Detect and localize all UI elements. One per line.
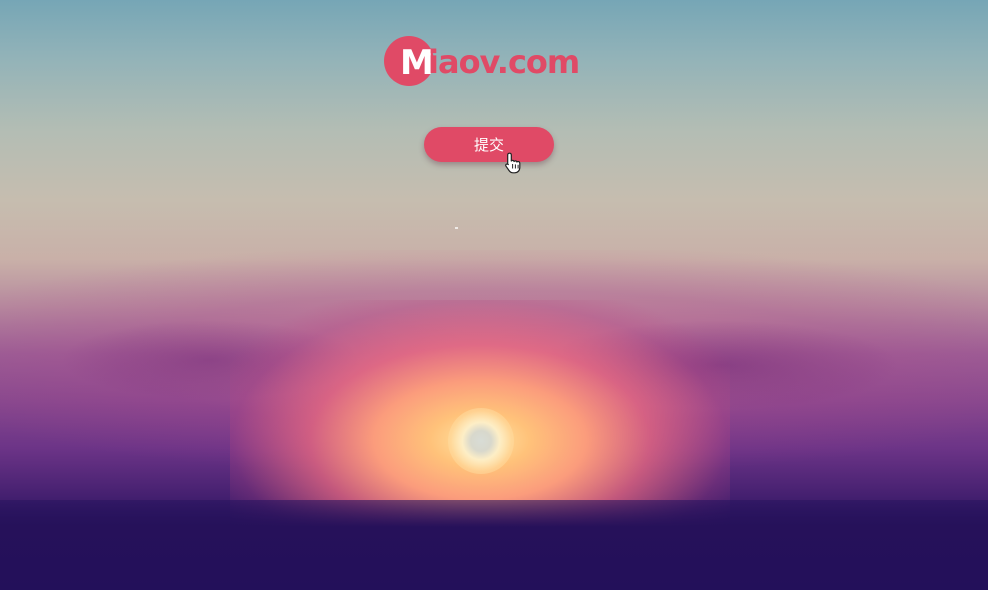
sun (448, 408, 514, 474)
light-speck (455, 227, 458, 229)
logo-text: iaov.com (428, 43, 580, 81)
miaov-logo: M iaov.com (384, 36, 600, 90)
submit-button[interactable]: 提交 (424, 127, 554, 162)
horizon-ground (0, 500, 988, 590)
hand-pointer-icon (505, 152, 521, 174)
